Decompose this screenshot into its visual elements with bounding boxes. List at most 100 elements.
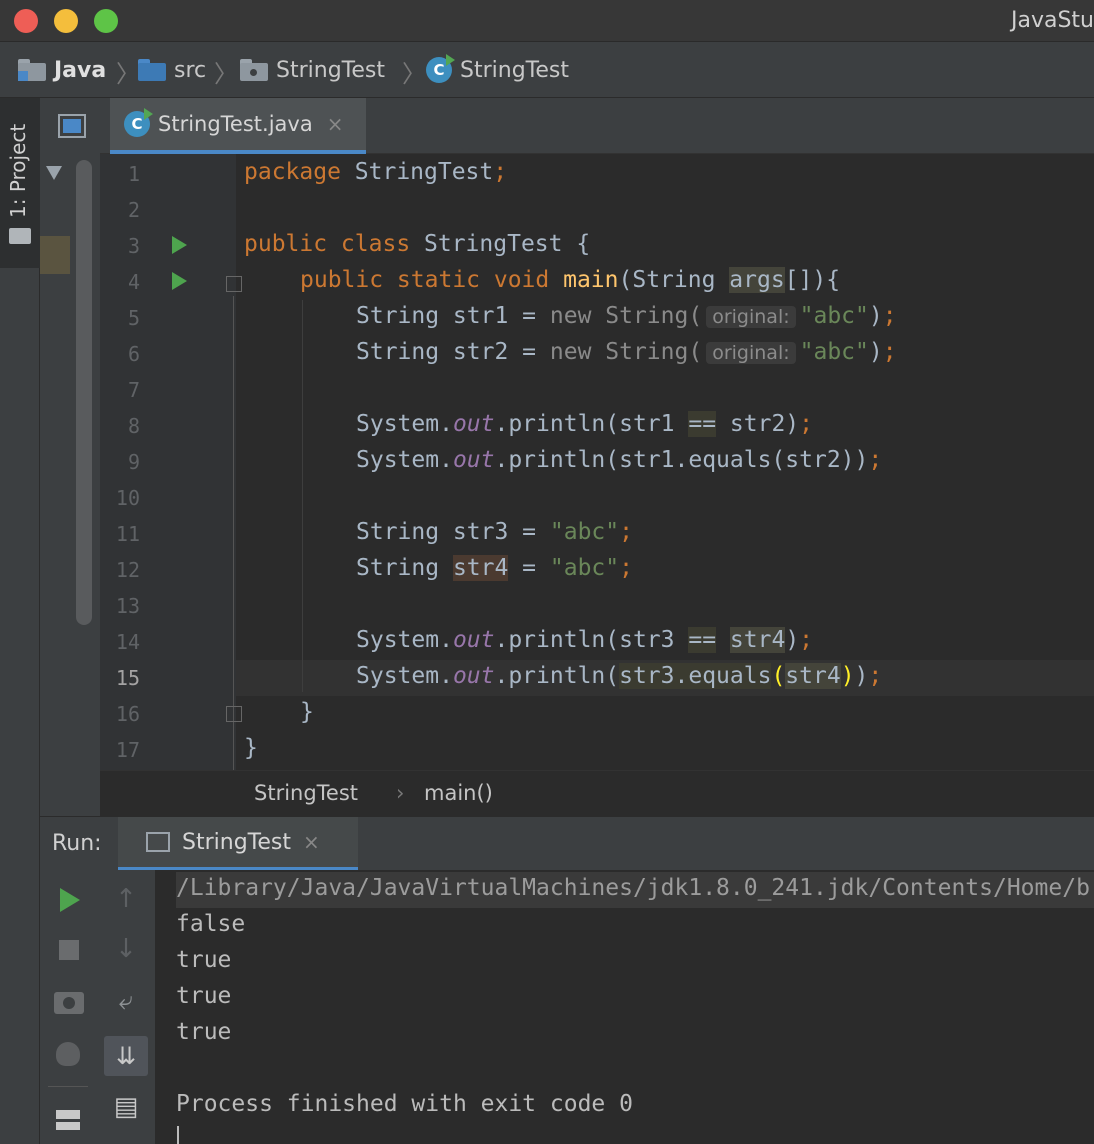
tab-stringtest-java[interactable]: C StringTest.java × [110,98,366,154]
line-number-current: 15 [115,666,140,690]
editor-breadcrumb-method[interactable]: main() [424,781,493,805]
console-line: true [176,1019,232,1045]
title-bar: JavaStu [0,0,1094,42]
line-number: 5 [127,306,140,330]
camera-icon[interactable] [54,992,84,1014]
breadcrumb-package[interactable]: StringTest [240,55,385,85]
line-number: 8 [127,414,140,438]
console-line: /Library/Java/JavaVirtualMachines/jdk1.8… [176,875,1090,901]
breadcrumb-module[interactable]: Java [18,55,106,85]
run-tab-stringtest[interactable]: StringTest × [118,817,358,871]
line-number: 2 [127,198,140,222]
tab-label: StringTest.java [158,112,313,136]
breadcrumb-package-label: StringTest [276,57,385,83]
editor-breadcrumb-class[interactable]: StringTest [254,781,358,805]
line-number: 1 [127,162,140,186]
scroll-to-end-icon[interactable]: ⇊ [104,1036,148,1076]
code-line: String str2 = new String(original: "abc")… [356,339,897,365]
layout-icon[interactable] [56,1110,80,1130]
line-number: 17 [115,738,140,762]
collapse-triangle-icon[interactable] [46,166,62,180]
zoom-window-button[interactable] [94,9,118,33]
breadcrumb-module-label: Java [54,57,107,83]
down-arrow-icon[interactable]: ↓ [106,934,146,964]
code-line: } [300,699,314,725]
breadcrumb-class-label: StringTest [460,57,569,83]
line-number: 6 [127,342,140,366]
editor-tab-bar: C StringTest.java × [100,98,1094,154]
breadcrumb-separator: 〉 [402,60,426,88]
run-toolbar-secondary: ↑ ↓ ⤶ ⇊ ▤ [98,870,156,1144]
run-tab-label: StringTest [182,829,291,855]
parameter-hint: original: [706,306,796,328]
code-line: public class StringTest { [244,231,591,257]
code-line: System.out.println(str3 == str4); [356,627,814,653]
code-line: } [244,735,258,761]
stop-icon[interactable] [59,940,79,960]
fold-guide [233,296,234,770]
project-view-icon[interactable] [58,114,86,138]
line-number: 11 [115,522,140,546]
toolbar-divider [48,1086,88,1087]
line-number: 12 [115,558,140,582]
breadcrumb-class[interactable]: C StringTest [426,54,569,85]
minimize-window-button[interactable] [54,9,78,33]
close-tab-icon[interactable]: × [327,112,344,136]
console-line: Process finished with exit code 0 [176,1091,633,1117]
project-tree-selection[interactable] [40,236,70,274]
java-class-icon: C [124,108,153,137]
console-line: false [176,911,246,937]
run-panel-header: Run: StringTest × [40,816,1094,871]
left-tool-strip: 1: Project [0,98,40,1144]
editor-breadcrumb-separator: › [396,781,405,805]
editor-breadcrumb: StringTest › main() [100,770,1094,816]
breadcrumb-src-label: src [174,57,207,83]
console-caret [177,1126,179,1144]
run-panel-label: Run: [52,831,102,856]
line-number: 4 [127,270,140,294]
line-number: 9 [127,450,140,474]
module-folder-icon [18,59,46,81]
breadcrumb-separator: 〉 [116,60,140,88]
console-line: true [176,947,232,973]
project-scrollbar[interactable] [76,160,92,625]
indent-guide [302,300,303,692]
fold-end-icon[interactable] [226,706,242,722]
line-number: 7 [127,378,140,402]
code-line: String str3 = "abc"; [356,519,633,545]
package-folder-icon [240,59,268,81]
breadcrumb-src[interactable]: src [138,55,206,85]
close-run-tab-icon[interactable]: × [303,830,320,854]
project-folder-icon [9,228,31,244]
code-line: package StringTest; [244,159,508,185]
code-line: String str1 = new String(original: "abc")… [356,303,897,329]
run-toolbar-primary [40,870,98,1144]
project-tool-window-button[interactable]: 1: Project [0,98,40,268]
code-line: String str4 = "abc"; [356,555,633,581]
soft-wrap-icon[interactable]: ⤶ [106,986,146,1017]
navigation-bar: Java 〉 src 〉 StringTest 〉 C StringTest [0,42,1094,98]
fold-method-icon[interactable] [226,276,242,292]
line-number: 3 [127,234,140,258]
line-number: 14 [115,630,140,654]
run-class-icon[interactable] [172,236,187,254]
close-window-button[interactable] [14,9,38,33]
print-icon[interactable]: ▤ [106,1092,146,1122]
code-line-current: System.out.println(str3.equals(str4)); [356,663,883,689]
source-folder-icon [138,59,166,81]
line-number: 16 [115,702,140,726]
run-main-icon[interactable] [172,272,187,290]
up-arrow-icon[interactable]: ↑ [106,884,146,914]
console-line: true [176,983,232,1009]
code-line: public static void main(String args[]){ [300,267,841,293]
rerun-icon[interactable] [60,888,80,912]
debug-bug-icon[interactable] [56,1042,80,1066]
line-number: 10 [115,486,140,510]
window-title: JavaStu [1010,8,1094,33]
breadcrumb-separator: 〉 [214,60,238,88]
code-line: System.out.println(str1.equals(str2)); [356,447,883,473]
project-tab-label: 1: Project [6,123,30,218]
console-icon [146,832,170,852]
line-number: 13 [115,594,140,618]
parameter-hint: original: [706,342,796,364]
